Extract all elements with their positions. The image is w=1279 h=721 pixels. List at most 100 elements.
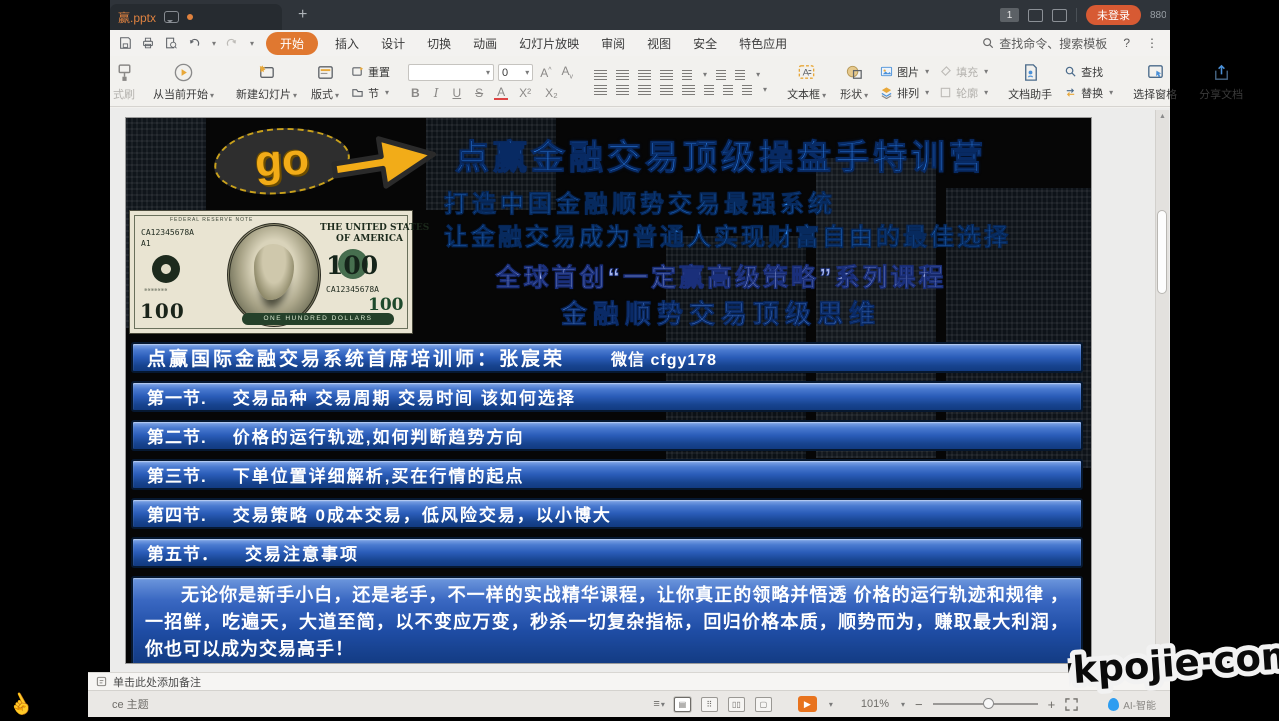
indent-left-icon[interactable] [704,85,714,95]
two-page-view-button[interactable]: ▯▯ [728,697,745,712]
picture-button[interactable]: 图片▾ [880,64,929,80]
section-bar-4[interactable]: 第四节. 交易策略 0成本交易，低风险交易，以小博大 [131,498,1083,529]
subscript-button[interactable]: X₂ [542,86,561,100]
tab-review[interactable]: 审阅 [601,35,625,52]
zoom-level[interactable]: 101% [861,698,889,710]
numbered-list-icon[interactable] [616,70,629,80]
new-slide-button[interactable]: 新建幻灯片▾ [229,58,304,106]
grow-font-button[interactable]: A^ [537,66,554,80]
slideshow-options-icon[interactable]: ▾ [829,700,833,709]
section-bar-2[interactable]: 第二节. 价格的运行轨迹,如何判断趋势方向 [131,420,1083,451]
slide-tagline-1[interactable]: 全球首创“一定赢高级策略”系列课程 [426,258,1016,294]
slide[interactable]: go 点赢金融交易顶级操盘手特训营 打造中国金融顺势交易最强系统 让金融交易成为… [125,117,1092,664]
fill-button[interactable]: 填充▾ [939,64,988,80]
customize-toolbar-icon[interactable]: ▾ [250,39,254,48]
section-bar-3[interactable]: 第三节. 下单位置详细解析,买在行情的起点 [131,459,1083,490]
tab-slideshow[interactable]: 幻灯片放映 [519,35,579,52]
notes-bar[interactable]: 单击此处添加备注 [88,672,1170,690]
bold-button[interactable]: B [408,86,423,100]
text-direction-icon[interactable] [682,70,692,80]
distribute-icon[interactable] [682,85,695,95]
window-count-badge[interactable]: 1 [1000,8,1019,22]
arrange-button[interactable]: 排列▾ [880,85,929,101]
play-from-current-button[interactable]: 从当前开始▾ [146,58,221,106]
document-tab[interactable]: 赢.pptx [110,4,282,30]
reading-view-button[interactable]: ▢ [755,697,772,712]
more-menu-button[interactable]: ⋮ [1146,36,1158,50]
section-bar-5[interactable]: 第五节． 交易注意事项 [131,537,1083,568]
outline-button[interactable]: 轮廓▾ [939,85,988,101]
tab-animations[interactable]: 动画 [473,35,497,52]
slideshow-play-button[interactable]: ▶ [798,696,817,712]
undo-caret-icon[interactable]: ▾ [212,39,216,48]
command-search[interactable]: 查找命令、搜索模板 [982,35,1107,52]
decrease-indent-icon[interactable] [638,70,651,80]
section-button[interactable]: 节▾ [351,85,390,101]
notes-toggle-icon[interactable]: ≡▾ [653,698,663,710]
print-icon[interactable] [141,36,155,50]
undo-icon[interactable] [187,36,201,50]
slide-sorter-view-button[interactable]: ⠿ [701,697,718,712]
normal-view-button[interactable]: ▤ [674,697,691,712]
align-right-icon[interactable] [638,85,651,95]
help-button[interactable]: ? [1123,36,1130,50]
tab-transitions[interactable]: 切换 [427,35,451,52]
doc-assistant-button[interactable]: 文档助手 [1001,58,1059,106]
selection-pane-button[interactable]: 选择窗格 [1126,58,1184,106]
zoom-slider[interactable] [933,703,1038,705]
save-icon[interactable] [118,36,132,50]
tab-insert[interactable]: 插入 [335,35,359,52]
zoom-slider-knob[interactable] [983,698,994,709]
tab-security[interactable]: 安全 [693,35,717,52]
slide-subtitle-2[interactable]: 让金融交易成为普通人实现财富自由的最佳选择 [444,217,1011,252]
section-bar-1[interactable]: 第一节. 交易品种 交易周期 交易时间 该如何选择 [131,381,1083,412]
font-name-select[interactable]: ▾ [408,64,494,81]
indent-right-icon[interactable] [723,85,733,95]
reset-button[interactable]: 重置 [351,64,390,80]
slide-subtitle-1[interactable]: 打造中国金融顺势交易最强系统 [444,184,836,219]
scroll-up-icon[interactable]: ▲ [1156,113,1169,120]
print-preview-icon[interactable] [164,36,178,50]
tab-special-apps[interactable]: 特色应用 [739,35,787,52]
font-color-button[interactable]: A [494,86,508,100]
underline-button[interactable]: U [449,86,464,100]
zoom-options-icon[interactable]: ▾ [901,700,905,709]
italic-button[interactable]: I [431,86,442,100]
shapes-button[interactable]: 形状▾ [833,58,875,106]
superscript-button[interactable]: X² [516,86,534,100]
tab-design[interactable]: 设计 [381,35,405,52]
zoom-out-button[interactable]: − [915,697,923,712]
bullet-list-icon[interactable] [594,70,607,80]
tab-home[interactable]: 开始 [266,32,318,55]
line-spacing-icon[interactable] [735,70,745,80]
trainer-bar[interactable]: 点赢国际金融交易系统首席培训师： 张宸荣 微信 cfgy178 [131,342,1083,373]
login-button[interactable]: 未登录 [1086,5,1141,25]
comment-bubble-icon[interactable] [164,11,179,23]
font-size-select[interactable]: 0▾ [498,64,533,81]
replace-button[interactable]: 替换▾ [1064,85,1113,101]
redo-icon[interactable] [225,36,239,50]
align-text-icon[interactable] [716,70,726,80]
new-tab-button[interactable]: + [298,6,307,24]
summary-box[interactable]: 无论你是新手小白，还是老手，不一样的实战精华课程，让你真正的领略并悟透 价格的运… [131,576,1083,664]
scrollbar-thumb[interactable] [1157,210,1167,294]
tab-view[interactable]: 视图 [647,35,671,52]
minimize-window-icon[interactable] [1052,9,1067,22]
shrink-font-button[interactable]: Av [559,64,577,80]
align-center-icon[interactable] [616,85,629,95]
textbox-button[interactable]: A 文本框▾ [780,58,833,106]
share-doc-button[interactable]: 分享文档 [1192,58,1250,106]
integrate-icon[interactable] [1028,9,1043,22]
zoom-in-button[interactable]: + [1048,697,1056,712]
layout-button[interactable]: 版式▾ [304,58,346,106]
strikethrough-button[interactable]: S [472,86,486,100]
vertical-scrollbar[interactable]: ▲ [1155,110,1169,670]
format-painter-button[interactable]: 式刷 [110,58,138,106]
justify-icon[interactable] [660,85,673,95]
increase-indent-icon[interactable] [660,70,673,80]
find-button[interactable]: 查找 [1064,64,1113,80]
align-left-icon[interactable] [594,85,607,95]
slide-tagline-2[interactable]: 金融顺势交易顶级思维 [426,294,1016,331]
slide-title[interactable]: 点赢金融交易顶级操盘手特训营 [426,130,1016,179]
paragraph-settings-icon[interactable] [742,85,752,95]
